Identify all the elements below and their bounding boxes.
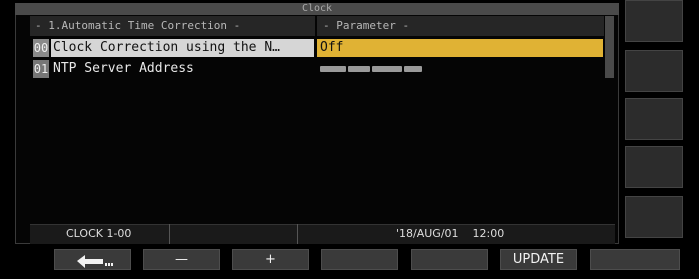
page-indicator: CLOCK 1-00: [30, 224, 170, 244]
back-button[interactable]: [54, 249, 131, 270]
plus-button[interactable]: +: [232, 249, 309, 270]
side-key-2[interactable]: [625, 50, 683, 92]
side-key-1[interactable]: [625, 0, 683, 42]
column-header-menu: - 1.Automatic Time Correction -: [30, 16, 315, 36]
minus-button[interactable]: —: [143, 249, 220, 270]
column-header-parameter: - Parameter -: [317, 16, 604, 36]
back-arrow-icon: [76, 254, 113, 268]
parameter-value-ntp-server[interactable]: [317, 60, 603, 78]
menu-item-ntp-server[interactable]: NTP Server Address: [51, 60, 314, 78]
side-key-4[interactable]: [625, 146, 683, 188]
function-key-4[interactable]: [321, 249, 398, 270]
window-title: Clock: [15, 3, 619, 15]
status-cell: [170, 224, 298, 244]
function-key-7[interactable]: [590, 249, 680, 270]
function-key-5[interactable]: [411, 249, 488, 270]
menu-item-clock-correction[interactable]: Clock Correction using the N…: [51, 39, 314, 57]
row-number: 01: [33, 60, 49, 78]
side-key-3[interactable]: [625, 98, 683, 140]
scrollbar[interactable]: [605, 16, 614, 78]
update-button[interactable]: UPDATE: [500, 249, 577, 270]
time-text: 12:00: [472, 227, 505, 240]
date-text: '18/AUG/01: [396, 227, 459, 240]
side-key-5[interactable]: [625, 196, 683, 238]
parameter-value-clock-correction[interactable]: Off: [317, 39, 603, 57]
row-number: 00: [33, 39, 49, 57]
date-time-readout: '18/AUG/01 12:00: [298, 224, 615, 244]
